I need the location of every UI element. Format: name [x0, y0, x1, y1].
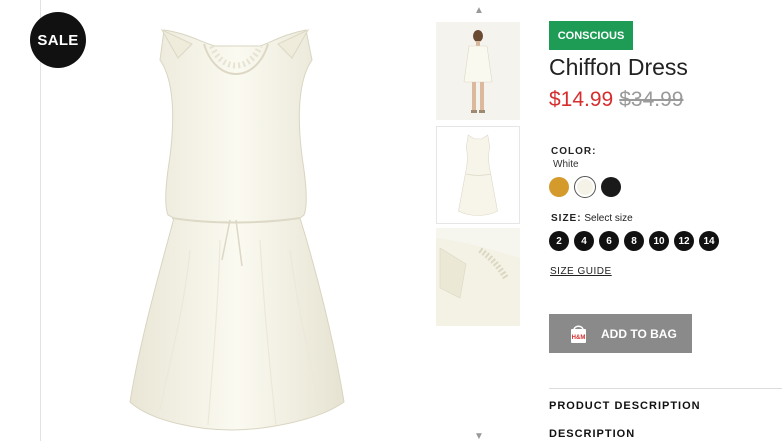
conscious-tag: CONSCIOUS	[549, 21, 633, 50]
color-value: White	[553, 159, 579, 170]
thumbnail-detail[interactable]	[436, 228, 520, 326]
original-price: $34.99	[619, 88, 684, 111]
size-option-6[interactable]: 6	[599, 231, 619, 251]
conscious-tag-label: CONSCIOUS	[557, 29, 625, 42]
thumbnail-model[interactable]	[436, 22, 520, 120]
shopping-bag-icon: H&M	[571, 325, 586, 343]
size-option-12[interactable]: 12	[674, 231, 694, 251]
brand-mark: H&M	[572, 335, 586, 341]
product-description-heading[interactable]: PRODUCT DESCRIPTION	[549, 400, 701, 412]
sale-price: $14.99	[549, 88, 614, 111]
product-title: Chiffon Dress	[549, 54, 688, 80]
chevron-down-icon[interactable]: ▼	[474, 432, 484, 441]
color-swatches	[549, 176, 621, 198]
add-to-bag-label: ADD TO BAG	[601, 326, 677, 341]
size-option-14[interactable]: 14	[699, 231, 719, 251]
size-option-2[interactable]: 2	[549, 231, 569, 251]
description-heading[interactable]: DESCRIPTION	[549, 428, 635, 440]
size-label-row: SIZE: Select size	[551, 213, 633, 224]
size-option-10[interactable]: 10	[649, 231, 669, 251]
add-to-bag-button[interactable]: H&M ADD TO BAG	[549, 314, 692, 353]
description-divider	[549, 388, 782, 389]
size-option-4[interactable]: 4	[574, 231, 594, 251]
thumbnail-strip: ▲ ▼	[436, 0, 522, 441]
size-guide-link[interactable]: SIZE GUIDE	[550, 266, 612, 277]
color-label: COLOR:	[551, 146, 597, 157]
product-info-panel: CONSCIOUS Chiffon Dress $14.99 $34.99 COL…	[549, 0, 782, 441]
sale-badge-label: SALE	[37, 31, 79, 49]
swatch-mustard[interactable]	[549, 177, 569, 197]
sale-badge: SALE	[30, 12, 86, 68]
main-product-image	[129, 28, 345, 431]
chevron-up-icon[interactable]: ▲	[474, 6, 484, 16]
left-divider	[40, 0, 41, 441]
swatch-white[interactable]	[574, 176, 596, 198]
size-options: 2 4 6 8 10 12 14	[549, 231, 719, 251]
size-label: SIZE:	[551, 213, 582, 224]
size-hint: Select size	[584, 213, 633, 224]
swatch-black[interactable]	[601, 177, 621, 197]
price-row: $14.99 $34.99	[549, 88, 683, 112]
size-option-8[interactable]: 8	[624, 231, 644, 251]
thumbnail-flat[interactable]	[436, 126, 520, 224]
